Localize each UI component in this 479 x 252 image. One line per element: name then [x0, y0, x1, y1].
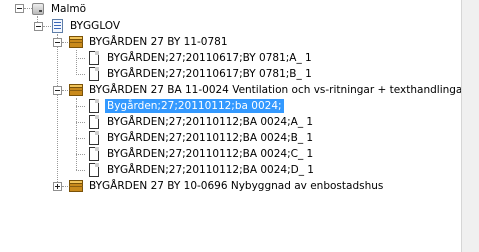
- tree-node-label: BYGÅRDEN 27 BA 11-0024 Ventilation och v…: [89, 84, 467, 96]
- collapse-toggle-archive[interactable]: [34, 22, 43, 31]
- document-list-icon: [49, 18, 65, 34]
- tree-connector: [76, 106, 85, 107]
- tree-node-label: BYGÅRDEN;27;20110617;BY 0781;A_ 1: [107, 52, 312, 64]
- tree-node-label: BYGÅRDEN;27;20110112;BA 0024;A_ 1: [107, 116, 314, 128]
- tree-node-label: Bygården;27;20110112;ba 0024;: [105, 99, 284, 113]
- vertical-scrollbar[interactable]: [461, 0, 479, 252]
- tree-connector: [76, 58, 85, 59]
- document-page-icon: [86, 130, 102, 146]
- tree-node-case[interactable]: BYGÅRDEN 27 BY 10-0696 Nybyggnad av enbo…: [68, 177, 385, 195]
- collapse-toggle-root[interactable]: [15, 4, 24, 13]
- tree-connector: [76, 122, 85, 123]
- box-folder-icon: [68, 34, 84, 50]
- document-page-icon: [86, 162, 102, 178]
- collapse-toggle-case-1[interactable]: [53, 38, 62, 47]
- collapse-toggle-case-2[interactable]: [53, 86, 62, 95]
- tree-node-label: BYGÅRDEN;27;20110112;BA 0024;C_ 1: [107, 148, 314, 160]
- tree-node-label: BYGÅRDEN;27;20110617;BY 0781;B_ 1: [107, 68, 312, 80]
- tree-connector: [57, 34, 58, 186]
- document-page-icon: [86, 50, 102, 66]
- tree-node-label: Malmö: [51, 3, 87, 15]
- tree-connector: [76, 154, 85, 155]
- tree-node-label: BYGGLOV: [70, 20, 121, 32]
- expand-toggle-case-3[interactable]: [53, 182, 62, 191]
- tree-node-label: BYGÅRDEN;27;20110112;BA 0024;B_ 1: [107, 132, 314, 144]
- tree-connector: [76, 170, 85, 171]
- document-page-icon: [86, 66, 102, 82]
- disk-icon: [30, 1, 46, 17]
- tree-connector: [76, 74, 85, 75]
- box-folder-icon: [68, 82, 84, 98]
- document-page-icon: [86, 98, 102, 114]
- tree-node-label: BYGÅRDEN;27;20110112;BA 0024;D_ 1: [107, 164, 314, 176]
- tree-connector: [76, 50, 77, 73]
- tree-node-root[interactable]: Malmö: [30, 0, 88, 18]
- document-page-icon: [86, 146, 102, 162]
- tree-view-panel: Malmö BYGGLOV BYGÅRDEN 27 BY 11-0781 BYG…: [0, 0, 479, 252]
- document-page-icon: [86, 114, 102, 130]
- tree-connector: [76, 98, 77, 170]
- box-folder-icon: [68, 178, 84, 194]
- tree-node-label: BYGÅRDEN 27 BY 11-0781: [89, 36, 228, 48]
- tree-node-label: BYGÅRDEN 27 BY 10-0696 Nybyggnad av enbo…: [89, 180, 384, 192]
- tree-connector: [76, 138, 85, 139]
